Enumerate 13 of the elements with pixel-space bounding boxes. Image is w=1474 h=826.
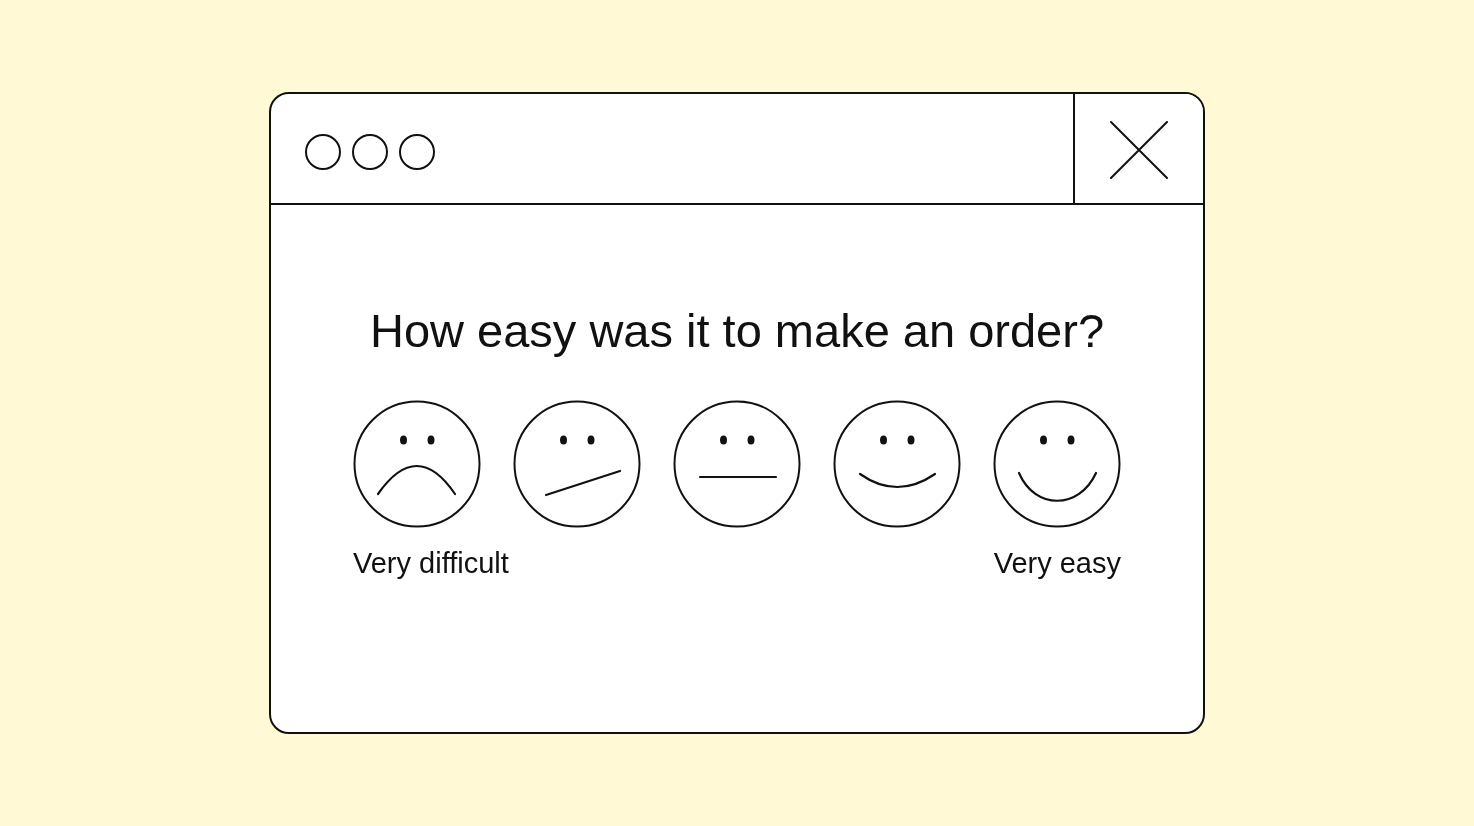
scale-high-label: Very easy [993, 546, 1121, 580]
survey-question: How easy was it to make an order? [369, 303, 1105, 359]
circle-icon[interactable] [399, 133, 435, 170]
scale-low-label: Very difficult [353, 546, 509, 580]
frowning-face-icon[interactable] [353, 400, 481, 528]
neutral-face-icon[interactable] [673, 400, 801, 528]
grinning-face-icon[interactable] [993, 400, 1121, 528]
skeptical-face-icon[interactable] [513, 400, 641, 528]
close-icon [1110, 121, 1168, 179]
close-button[interactable] [1073, 94, 1203, 203]
circle-icon[interactable] [305, 133, 341, 170]
circle-icon[interactable] [352, 133, 388, 170]
smiling-face-icon[interactable] [833, 400, 961, 528]
